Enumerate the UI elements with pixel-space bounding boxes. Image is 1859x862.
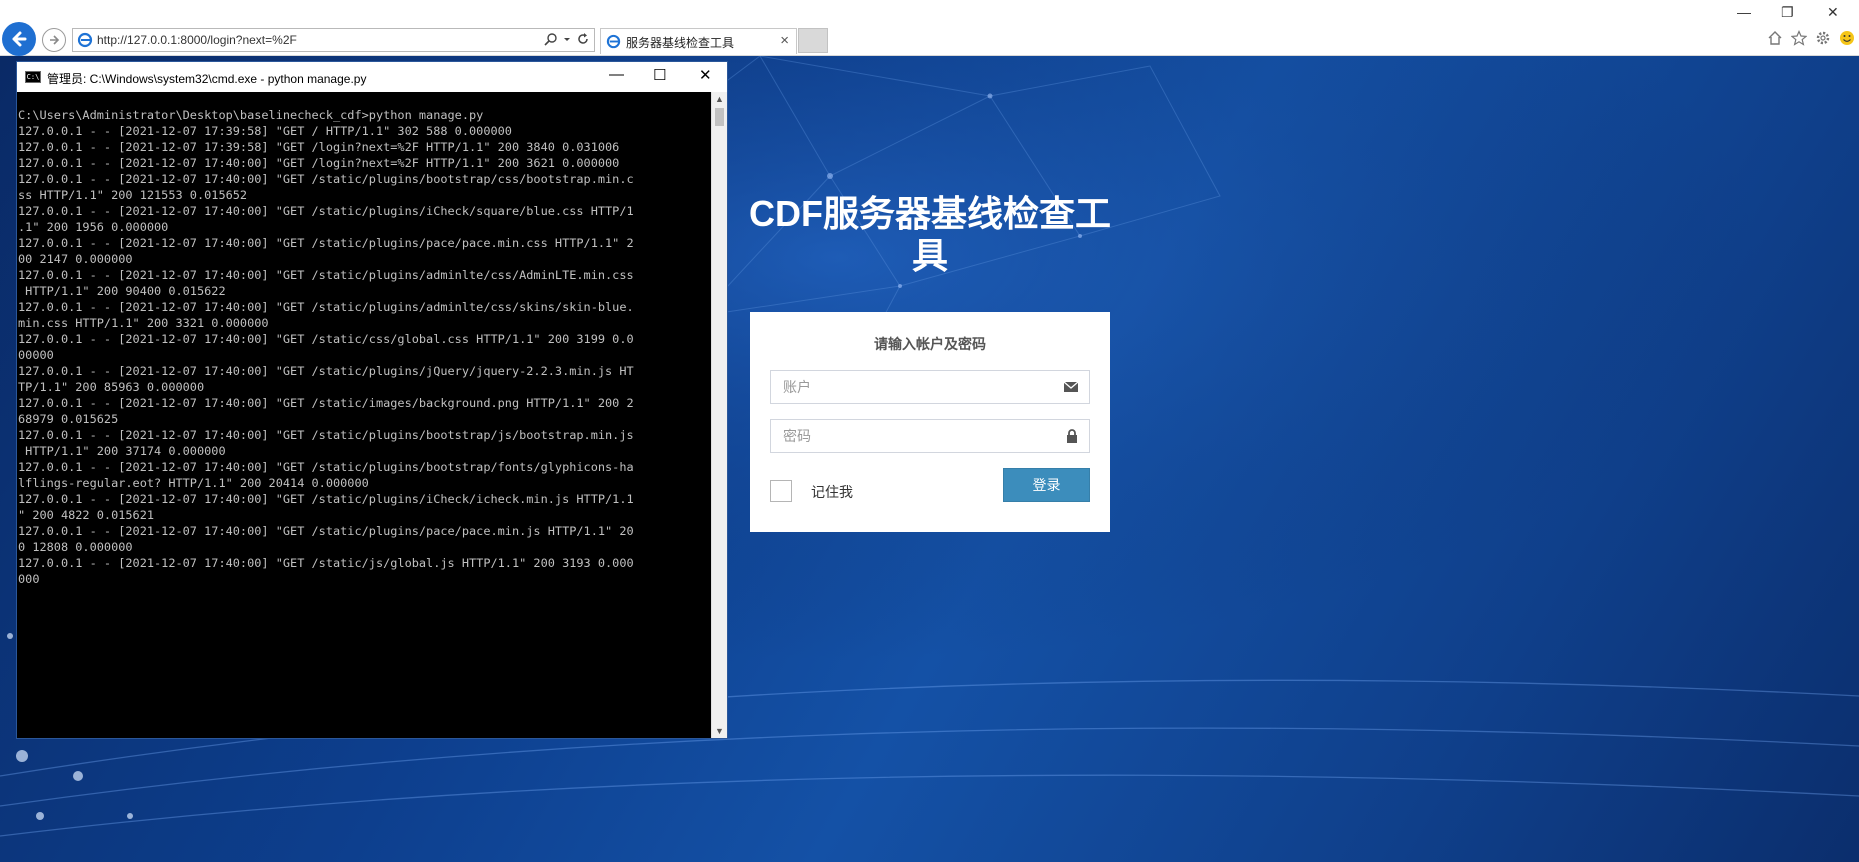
cmd-line: HTTP/1.1" 200 90400 0.015622 — [18, 284, 226, 298]
cmd-line: 127.0.0.1 - - [2021-12-07 17:39:58] "GET… — [18, 140, 620, 154]
browser-tab[interactable]: 服务器基线检查工具 × — [600, 28, 797, 54]
home-icon[interactable] — [1767, 30, 1783, 46]
refresh-icon[interactable] — [576, 32, 590, 46]
back-button[interactable] — [2, 22, 36, 56]
scroll-down-icon[interactable]: ▼ — [715, 726, 724, 736]
cmd-maximize-icon[interactable]: ☐ — [653, 66, 666, 84]
smiley-icon[interactable] — [1839, 30, 1855, 46]
login-box: 请输入帐户及密码 记住我 登录 — [750, 312, 1110, 532]
cmd-line: 127.0.0.1 - - [2021-12-07 17:40:00] "GET… — [18, 332, 634, 346]
tab-close-icon[interactable]: × — [780, 32, 789, 49]
cmd-output[interactable]: C:\Users\Administrator\Desktop\baselinec… — [17, 92, 711, 738]
ie-icon — [606, 34, 621, 49]
login-button[interactable]: 登录 — [1003, 468, 1090, 502]
ie-icon — [77, 32, 93, 48]
cmd-line: lflings-regular.eot? HTTP/1.1" 200 20414… — [18, 476, 369, 490]
password-field[interactable] — [770, 419, 1090, 453]
browser-toolbar — [1767, 30, 1855, 46]
cmd-close-icon[interactable]: ✕ — [699, 66, 712, 84]
cmd-line: 127.0.0.1 - - [2021-12-07 17:40:00] "GET… — [18, 524, 634, 538]
remember-label[interactable]: 记住我 — [811, 482, 853, 502]
envelope-icon — [1063, 381, 1079, 392]
address-bar[interactable]: http://127.0.0.1:8000/login?next=%2F — [72, 28, 595, 52]
password-input[interactable] — [771, 420, 1051, 452]
cmd-line: 127.0.0.1 - - [2021-12-07 17:40:00] "GET… — [18, 204, 634, 218]
cmd-minimize-icon[interactable]: — — [609, 66, 624, 83]
cmd-line: TP/1.1" 200 85963 0.000000 — [18, 380, 205, 394]
browser-close-icon[interactable]: ✕ — [1827, 4, 1839, 21]
cmd-line: ss HTTP/1.1" 200 121553 0.015652 — [18, 188, 248, 202]
cmd-title: 管理员: C:\Windows\system32\cmd.exe - pytho… — [47, 72, 367, 86]
scroll-thumb[interactable] — [715, 108, 724, 126]
title-line-2: 具 — [911, 235, 948, 276]
star-icon[interactable] — [1791, 30, 1807, 46]
cmd-scrollbar[interactable]: ▲ ▼ — [711, 92, 727, 738]
gear-icon[interactable] — [1815, 30, 1831, 46]
cmd-line: 127.0.0.1 - - [2021-12-07 17:40:00] "GET… — [18, 156, 620, 170]
lock-icon — [1067, 429, 1077, 443]
cmd-icon: C:\ — [25, 71, 41, 83]
cmd-line: 127.0.0.1 - - [2021-12-07 17:40:00] "GET… — [18, 460, 634, 474]
cmd-line: 0 12808 0.000000 — [18, 540, 133, 554]
username-input[interactable] — [771, 371, 1051, 403]
cmd-line: 127.0.0.1 - - [2021-12-07 17:40:00] "GET… — [18, 364, 634, 378]
search-icon[interactable] — [544, 32, 558, 46]
cmd-titlebar[interactable]: C:\ 管理员: C:\Windows\system32\cmd.exe - p… — [17, 62, 727, 92]
cmd-line: 00 2147 0.000000 — [18, 252, 133, 266]
cmd-line: 127.0.0.1 - - [2021-12-07 17:40:00] "GET… — [18, 428, 634, 442]
username-field[interactable] — [770, 370, 1090, 404]
cmd-line: 127.0.0.1 - - [2021-12-07 17:40:00] "GET… — [18, 492, 634, 506]
arrow-left-icon — [12, 31, 27, 47]
browser-minimize-icon[interactable]: — — [1737, 4, 1751, 20]
tab-title: 服务器基线检查工具 — [626, 36, 735, 50]
forward-button[interactable] — [42, 28, 66, 52]
login-message: 请输入帐户及密码 — [874, 336, 986, 352]
cmd-line: 68979 0.015625 — [18, 412, 119, 426]
arrow-right-icon — [50, 35, 60, 45]
cmd-line: 127.0.0.1 - - [2021-12-07 17:40:00] "GET… — [18, 172, 634, 186]
cmd-line: .1" 200 1956 0.000000 — [18, 220, 169, 234]
cmd-line: 000 — [18, 572, 40, 586]
browser-chrome: http://127.0.0.1:8000/login?next=%2F 服务器… — [0, 0, 1859, 56]
cmd-line: 127.0.0.1 - - [2021-12-07 17:39:58] "GET… — [18, 124, 512, 138]
cmd-window[interactable]: C:\ 管理员: C:\Windows\system32\cmd.exe - p… — [16, 61, 728, 739]
cmd-line: 127.0.0.1 - - [2021-12-07 17:40:00] "GET… — [18, 300, 634, 314]
cmd-line: 127.0.0.1 - - [2021-12-07 17:40:00] "GET… — [18, 396, 634, 410]
chevron-down-icon[interactable] — [563, 32, 571, 46]
cmd-line: 127.0.0.1 - - [2021-12-07 17:40:00] "GET… — [18, 268, 634, 282]
cmd-line: " 200 4822 0.015621 — [18, 508, 155, 522]
cmd-line: HTTP/1.1" 200 37174 0.000000 — [18, 444, 226, 458]
page-title: CDF服务器基线检查工 具 — [745, 193, 1115, 277]
browser-restore-icon[interactable]: ❐ — [1781, 4, 1794, 21]
cmd-line: 00000 — [18, 348, 54, 362]
cmd-line: 127.0.0.1 - - [2021-12-07 17:40:00] "GET… — [18, 556, 634, 570]
new-tab-button[interactable] — [798, 28, 828, 53]
remember-checkbox[interactable] — [770, 480, 792, 502]
title-line-1: CDF服务器基线检查工 — [749, 193, 1111, 234]
cmd-line: C:\Users\Administrator\Desktop\baselinec… — [18, 108, 484, 122]
address-url[interactable]: http://127.0.0.1:8000/login?next=%2F — [97, 33, 297, 47]
cmd-line: min.css HTTP/1.1" 200 3321 0.000000 — [18, 316, 269, 330]
cmd-line: 127.0.0.1 - - [2021-12-07 17:40:00] "GET… — [18, 236, 634, 250]
address-actions — [544, 32, 590, 46]
scroll-up-icon[interactable]: ▲ — [715, 94, 724, 104]
